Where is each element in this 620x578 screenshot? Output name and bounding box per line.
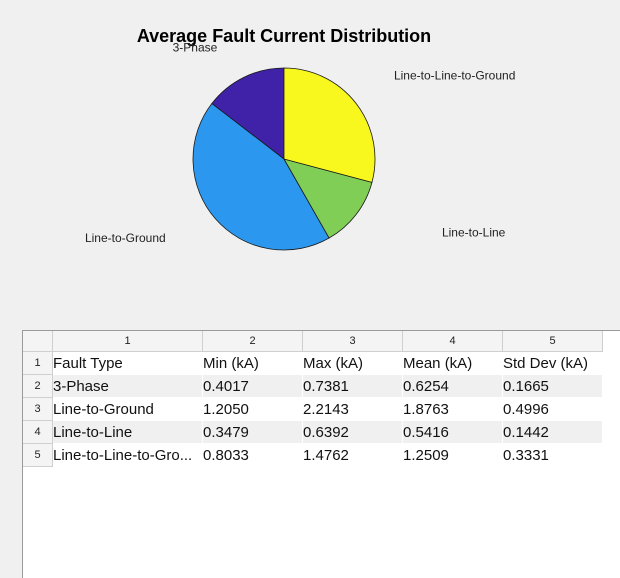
table-row: 5 Line-to-Line-to-Gro... 0.8033 1.4762 1… [23,443,603,467]
pie-slices [192,67,376,251]
pie-slice-label: Line-to-Ground [85,231,166,245]
data-table-panel[interactable]: 1 2 3 4 5 1 Fault Type Min (kA) Max (kA)… [22,330,620,578]
row-header[interactable]: 3 [23,397,53,421]
table-cell[interactable]: Max (kA) [302,351,403,375]
table-cell[interactable]: Min (kA) [202,351,303,375]
table-cell[interactable]: 0.5416 [402,420,503,444]
table-cell[interactable]: Mean (kA) [402,351,503,375]
table-cell[interactable]: 0.3331 [502,443,603,467]
table-cell[interactable]: 1.8763 [402,397,503,421]
table-cell[interactable]: 1.2050 [202,397,303,421]
column-header[interactable]: 2 [202,331,303,352]
column-header-row: 1 2 3 4 5 [23,331,603,352]
column-header[interactable]: 1 [52,331,203,352]
table-cell[interactable]: 0.4996 [502,397,603,421]
table-cell[interactable]: 3-Phase [52,374,203,398]
row-header[interactable]: 5 [23,443,53,467]
table-cell[interactable]: Fault Type [52,351,203,375]
pie-slice-label: 3-Phase [173,40,218,54]
table-cell[interactable]: 0.1665 [502,374,603,398]
table-cell[interactable]: 1.4762 [302,443,403,467]
row-header[interactable]: 4 [23,420,53,444]
pie-slice-label: Line-to-Line-to-Ground [394,68,515,82]
table-cell[interactable]: 0.6392 [302,420,403,444]
table-row: 4 Line-to-Line 0.3479 0.6392 0.5416 0.14… [23,420,603,444]
table-cell[interactable]: 1.2509 [402,443,503,467]
pie-chart: Average Fault Current Distribution 3-Pha… [0,0,620,320]
table-cell[interactable]: Line-to-Line-to-Gro... [52,443,203,467]
table-row: 2 3-Phase 0.4017 0.7381 0.6254 0.1665 [23,374,603,398]
table-row: 3 Line-to-Ground 1.2050 2.2143 1.8763 0.… [23,397,603,421]
row-header[interactable]: 2 [23,374,53,398]
pie-slice-label: Line-to-Line [442,226,506,240]
column-header[interactable]: 3 [302,331,403,352]
table-cell[interactable]: 2.2143 [302,397,403,421]
column-header[interactable]: 4 [402,331,503,352]
table-cell[interactable]: 0.3479 [202,420,303,444]
table-cell[interactable]: Std Dev (kA) [502,351,603,375]
table-cell[interactable]: 0.1442 [502,420,603,444]
pie-chart-svg: Average Fault Current Distribution 3-Pha… [85,26,515,251]
grid-corner[interactable] [23,331,53,352]
table-cell[interactable]: 0.4017 [202,374,303,398]
table-cell[interactable]: 0.7381 [302,374,403,398]
row-header[interactable]: 1 [23,351,53,375]
table-row: 1 Fault Type Min (kA) Max (kA) Mean (kA)… [23,351,603,375]
table-cell[interactable]: Line-to-Ground [52,397,203,421]
column-header[interactable]: 5 [502,331,603,352]
data-table[interactable]: 1 2 3 4 5 1 Fault Type Min (kA) Max (kA)… [23,331,603,467]
table-cell[interactable]: Line-to-Line [52,420,203,444]
table-cell[interactable]: 0.8033 [202,443,303,467]
table-cell[interactable]: 0.6254 [402,374,503,398]
